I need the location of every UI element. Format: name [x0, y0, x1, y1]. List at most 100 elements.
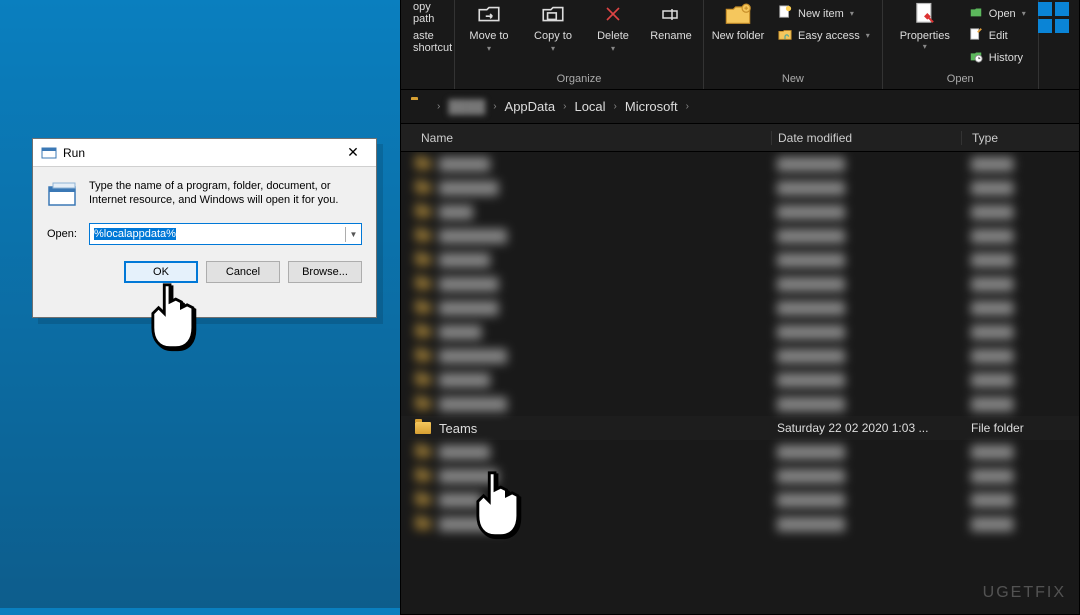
edit-icon — [969, 27, 983, 44]
run-titlebar[interactable]: Run ✕ — [33, 139, 376, 167]
list-item[interactable]: █████████████████████ — [401, 224, 1079, 248]
column-name[interactable]: Name — [401, 131, 771, 145]
folder-icon — [415, 422, 431, 434]
column-header[interactable]: Name Date modified Type — [401, 124, 1079, 152]
ribbon-group-clipboard: opy path aste shortcut — [401, 0, 455, 89]
chevron-right-icon: › — [614, 101, 617, 112]
list-item[interactable]: ██████████████████ — [401, 320, 1079, 344]
list-item[interactable]: ███████████████████ — [401, 440, 1079, 464]
chevron-down-icon: ▾ — [1022, 9, 1026, 18]
address-bar[interactable]: › ████ › AppData › Local › Microsoft › — [401, 90, 1079, 124]
chevron-right-icon: › — [686, 101, 689, 112]
run-icon — [41, 145, 57, 161]
teams-folder-name: Teams — [439, 421, 477, 436]
ribbon: opy path aste shortcut Move to ▾ — [401, 0, 1079, 90]
folder-icon — [411, 100, 429, 114]
list-item[interactable]: ███████████████████ — [401, 248, 1079, 272]
new-folder-button[interactable]: New folder — [710, 0, 766, 45]
new-item-icon — [778, 5, 792, 22]
windows-logo-icon — [1038, 2, 1069, 33]
history-icon — [969, 49, 983, 66]
breadcrumb[interactable]: › ████ › AppData › Local › Microsoft › — [437, 99, 689, 114]
chevron-down-icon: ▾ — [923, 42, 927, 51]
list-item[interactable]: ████████████████████ — [401, 464, 1079, 488]
easy-access-button[interactable]: Easy access ▾ — [774, 26, 874, 45]
copy-path-button[interactable]: opy path — [409, 0, 446, 26]
new-group-label: New — [710, 71, 876, 89]
copy-to-icon — [539, 0, 567, 28]
delete-button[interactable]: Delete ▾ — [589, 0, 637, 53]
history-button[interactable]: History — [965, 48, 1030, 67]
breadcrumb-part-appdata[interactable]: AppData — [505, 99, 556, 114]
run-description: Type the name of a program, folder, docu… — [89, 179, 362, 211]
ribbon-group-organize: Move to ▾ Copy to ▾ Delete ▾ — [455, 0, 704, 89]
list-item[interactable]: █████████████████████ — [401, 392, 1079, 416]
copy-to-button[interactable]: Copy to ▾ — [525, 0, 581, 53]
teams-folder-type: File folder — [961, 421, 1079, 435]
list-item[interactable]: ███████████████████ — [401, 152, 1079, 176]
list-item[interactable]: ████████████████████ — [401, 296, 1079, 320]
list-item[interactable]: ████████████████████ — [401, 272, 1079, 296]
paste-shortcut-label: aste shortcut — [413, 30, 452, 54]
chevron-down-icon: ▾ — [611, 44, 615, 53]
list-item[interactable]: ██████████████████ — [401, 488, 1079, 512]
list-item-teams[interactable]: Teams Saturday 22 02 2020 1:03 ... File … — [401, 416, 1079, 440]
teams-folder-date: Saturday 22 02 2020 1:03 ... — [771, 421, 961, 435]
chevron-down-icon: ▾ — [551, 44, 555, 53]
edit-label: Edit — [989, 30, 1008, 42]
list-item[interactable]: ███████████████████ — [401, 368, 1079, 392]
rename-icon — [657, 0, 685, 28]
edit-button[interactable]: Edit — [965, 26, 1030, 45]
open-group-label: Open — [889, 71, 1032, 89]
organize-group-label: Organize — [461, 71, 697, 89]
copy-to-label: Copy to — [534, 30, 572, 42]
run-open-combobox[interactable]: ▼ — [89, 223, 362, 245]
close-button[interactable]: ✕ — [336, 143, 370, 163]
watermark: UGETFIX — [983, 584, 1066, 602]
new-item-button[interactable]: New item ▾ — [774, 4, 874, 23]
chevron-right-icon: › — [563, 101, 566, 112]
column-type[interactable]: Type — [961, 131, 1079, 145]
easy-access-label: Easy access — [798, 30, 860, 42]
list-item[interactable]: ████████████████████ — [401, 176, 1079, 200]
chevron-right-icon: › — [437, 101, 440, 112]
open-label: Open — [989, 8, 1016, 20]
move-to-button[interactable]: Move to ▾ — [461, 0, 517, 53]
ok-button[interactable]: OK — [124, 261, 198, 283]
list-item[interactable]: █████████████████████ — [401, 512, 1079, 536]
new-item-label: New item — [798, 8, 844, 20]
move-to-label: Move to — [469, 30, 508, 42]
chevron-down-icon: ▾ — [850, 9, 854, 18]
new-folder-label: New folder — [712, 30, 765, 42]
breadcrumb-part-local[interactable]: Local — [574, 99, 605, 114]
breadcrumb-part-hidden[interactable]: ████ — [448, 99, 485, 114]
file-list[interactable]: ███████████████████ ████████████████████… — [401, 152, 1079, 614]
chevron-down-icon: ▾ — [866, 31, 870, 40]
browse-button[interactable]: Browse... — [288, 261, 362, 283]
breadcrumb-part-microsoft[interactable]: Microsoft — [625, 99, 678, 114]
run-open-input[interactable] — [90, 228, 345, 240]
copy-path-label: opy path — [413, 1, 442, 25]
open-button[interactable]: Open ▾ — [965, 4, 1030, 23]
file-explorer-window: opy path aste shortcut Move to ▾ — [400, 0, 1080, 615]
cancel-button[interactable]: Cancel — [206, 261, 280, 283]
chevron-down-icon: ▾ — [487, 44, 491, 53]
new-folder-icon — [724, 0, 752, 28]
easy-access-icon — [778, 27, 792, 44]
run-large-icon — [47, 179, 79, 211]
column-date[interactable]: Date modified — [771, 131, 961, 145]
paste-shortcut-button[interactable]: aste shortcut — [409, 29, 446, 55]
rename-button[interactable]: Rename — [645, 0, 697, 53]
ribbon-group-open: Properties ▾ Open ▾ E — [883, 0, 1039, 89]
dropdown-arrow-icon[interactable]: ▼ — [345, 227, 361, 242]
run-title: Run — [63, 146, 336, 160]
ribbon-group-new: New folder New item ▾ Easy acce — [704, 0, 883, 89]
history-label: History — [989, 52, 1023, 64]
run-open-label: Open: — [47, 228, 81, 240]
move-to-icon — [475, 0, 503, 28]
list-item[interactable]: █████████████████████ — [401, 344, 1079, 368]
run-dialog: Run ✕ Type the name of a program, folder… — [32, 138, 377, 318]
list-item[interactable]: █████████████████ — [401, 200, 1079, 224]
properties-icon — [911, 0, 939, 30]
properties-button[interactable]: Properties ▾ — [889, 0, 961, 67]
